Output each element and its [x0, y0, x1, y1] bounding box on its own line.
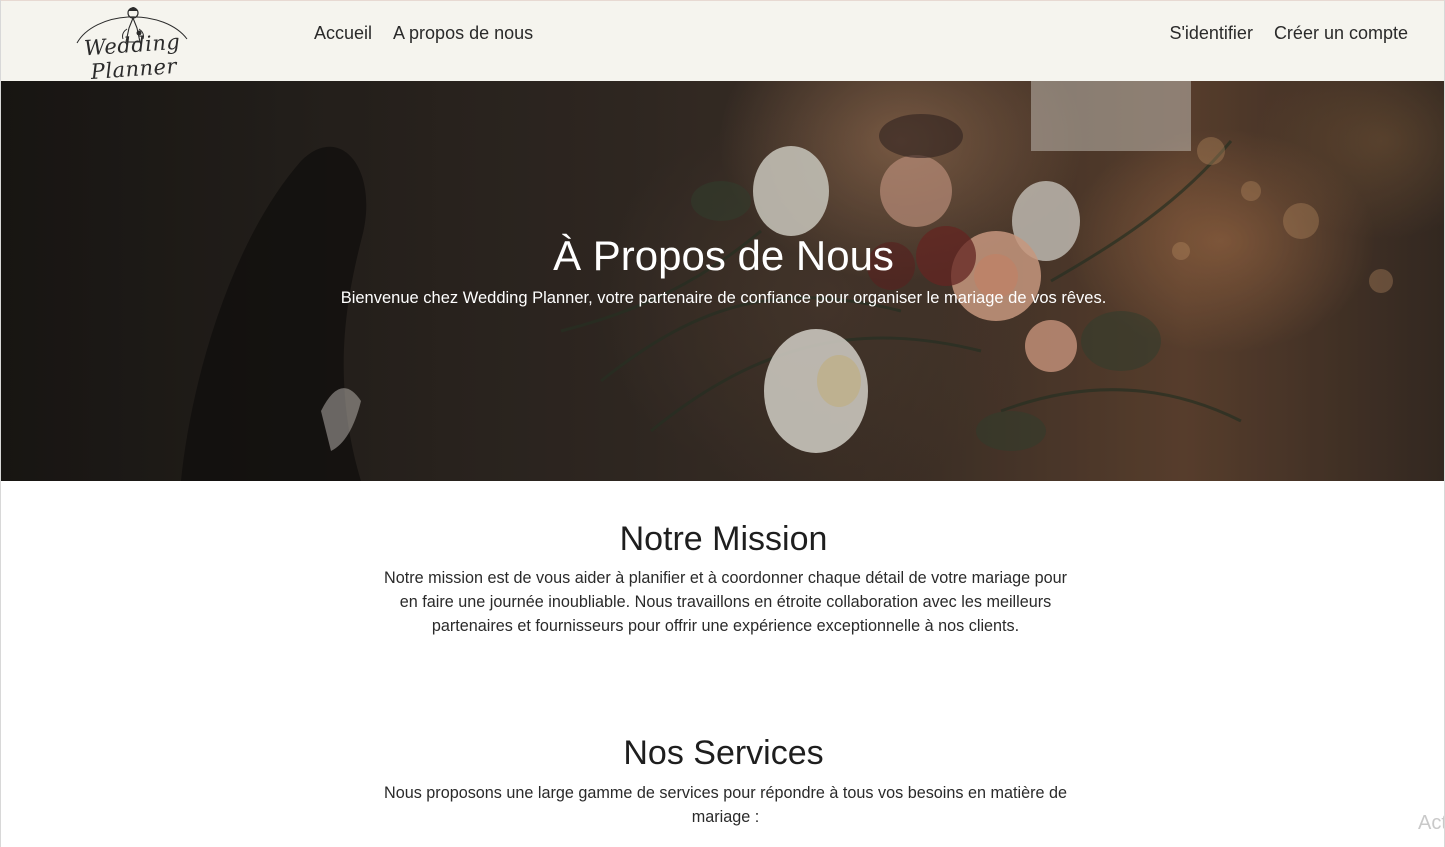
- nav-link-accueil[interactable]: Accueil: [314, 23, 372, 44]
- mission-title: Notre Mission: [619, 520, 828, 558]
- nav-left: Accueil A propos de nous: [314, 23, 533, 44]
- nav-link-sidentifier[interactable]: S'identifier: [1169, 23, 1252, 44]
- hero-title: À Propos de Nous: [553, 232, 894, 279]
- services-text: Nous proposons une large gamme de servic…: [384, 784, 1067, 826]
- logo[interactable]: Wedding Planner: [47, 3, 219, 84]
- activation-watermark: Act: [1418, 812, 1444, 834]
- hero-banner: À Propos de Nous Bienvenue chez Wedding …: [1, 81, 1444, 481]
- hero-subtitle: Bienvenue chez Wedding Planner, votre pa…: [340, 289, 1107, 307]
- page: Wedding Planner Accueil A propos de nous…: [0, 0, 1445, 847]
- mission-text: Notre mission est de vous aider à planif…: [384, 569, 1067, 635]
- nav-link-creer-compte[interactable]: Créer un compte: [1274, 23, 1408, 44]
- nav-right: S'identifier Créer un compte: [1169, 23, 1408, 44]
- navbar: Wedding Planner Accueil A propos de nous…: [1, 0, 1444, 84]
- services-title: Nos Services: [623, 734, 824, 772]
- nav-link-a-propos[interactable]: A propos de nous: [393, 23, 533, 44]
